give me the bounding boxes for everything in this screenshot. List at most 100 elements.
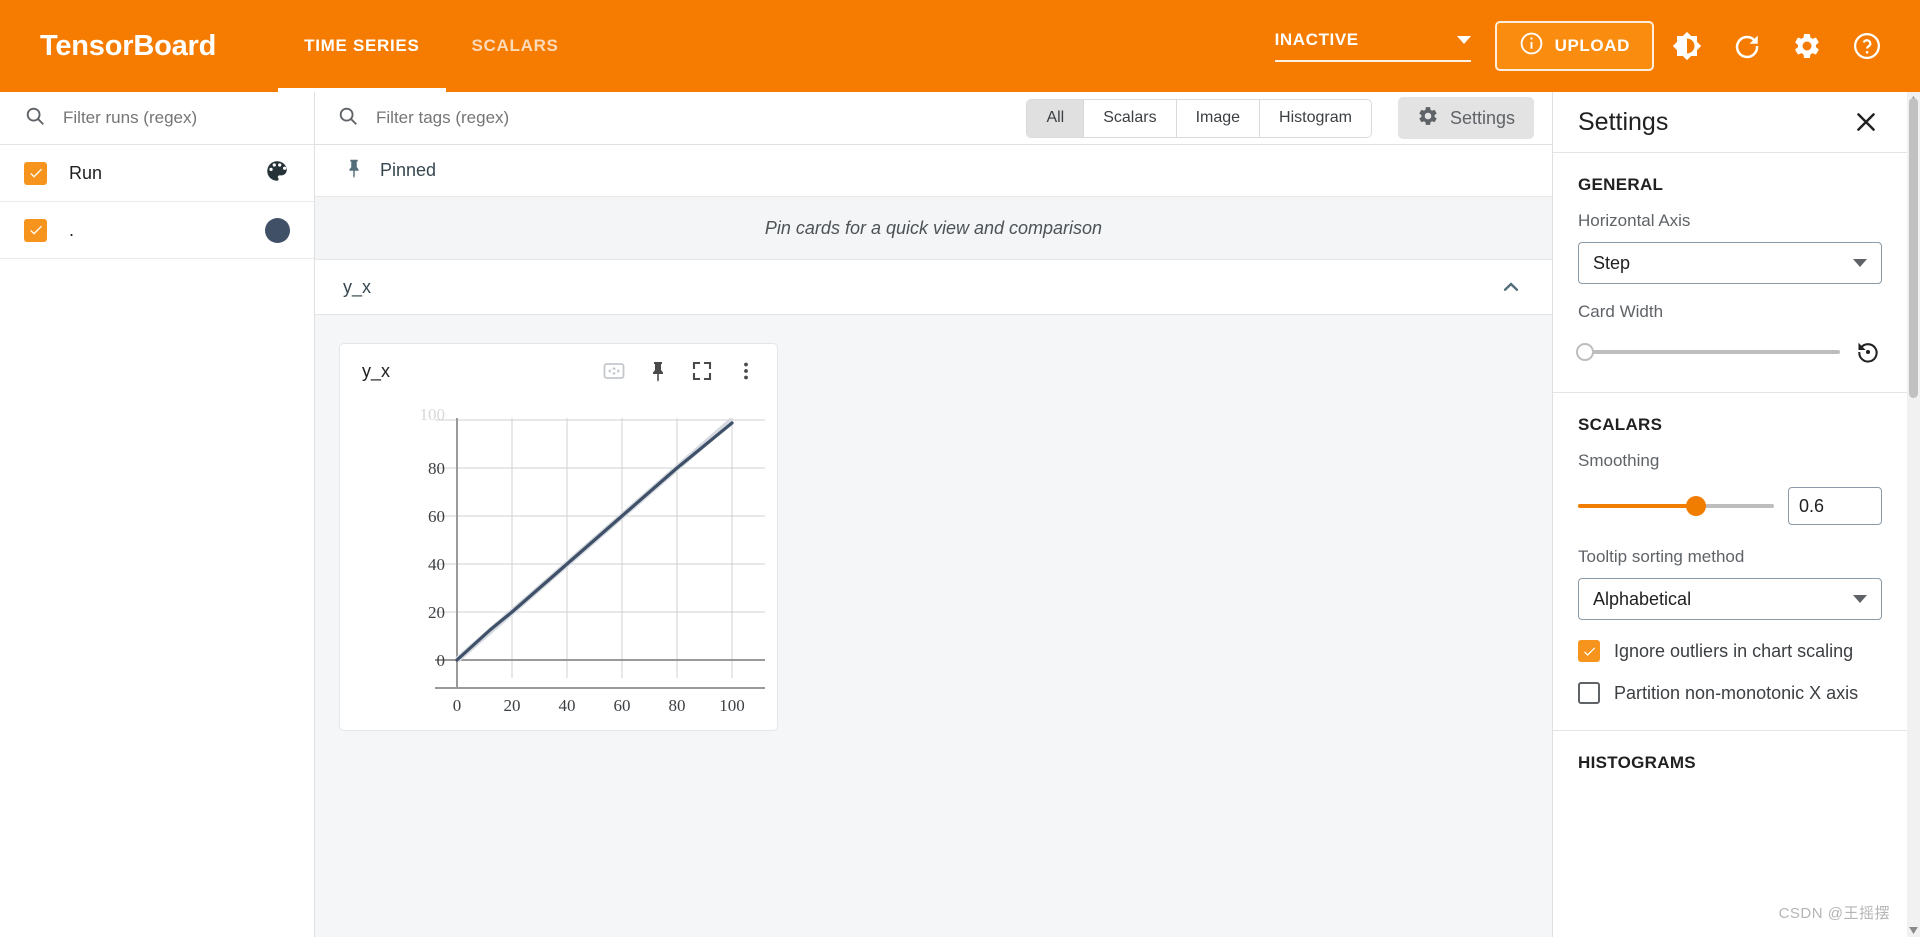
run-color-swatch[interactable]	[265, 217, 290, 243]
tooltip-sorting-select[interactable]: Alphabetical	[1578, 578, 1882, 620]
cards-scroll-area: Pinned Pin cards for a quick view and co…	[315, 145, 1552, 937]
general-section-title: GENERAL	[1578, 175, 1664, 194]
chevron-down-icon	[1456, 36, 1471, 44]
svg-text:40: 40	[559, 696, 576, 715]
filter-all-button[interactable]: All	[1027, 99, 1085, 137]
brightness-icon[interactable]	[1660, 19, 1714, 73]
run-header-row: Run	[0, 145, 314, 202]
pinned-empty-text: Pin cards for a quick view and compariso…	[764, 217, 1103, 238]
runs-filter-input[interactable]	[63, 108, 283, 128]
tag-group-header-y-x[interactable]: y_x	[315, 260, 1552, 315]
tab-scalars[interactable]: SCALARS	[446, 0, 585, 92]
main-nav-tabs: TIME SERIES SCALARS	[278, 0, 584, 92]
upload-button-label: UPLOAD	[1554, 36, 1630, 55]
tab-time-series-label: TIME SERIES	[304, 36, 420, 55]
svg-text:80: 80	[669, 696, 686, 715]
main-content: All Scalars Image Histogram Settings	[315, 92, 1552, 937]
run-item-checkbox[interactable]	[24, 218, 47, 242]
settings-panel-title: Settings	[1578, 107, 1669, 136]
settings-section-histograms: HISTOGRAMS	[1553, 731, 1907, 815]
card-width-slider[interactable]	[1576, 343, 1840, 361]
pinned-empty-state: Pin cards for a quick view and compariso…	[315, 197, 1552, 260]
ignore-outliers-checkbox[interactable]	[1578, 640, 1600, 662]
settings-section-scalars: SCALARS Smoothing Tooltip sorting method…	[1553, 393, 1907, 731]
svg-text:0: 0	[437, 651, 446, 670]
page-scrollbar[interactable]	[1907, 92, 1920, 937]
search-icon	[337, 105, 359, 132]
run-item-label: .	[69, 219, 75, 240]
svg-text:20: 20	[428, 603, 445, 622]
app-header: TensorBoard TIME SERIES SCALARS INACTIVE…	[0, 0, 1920, 92]
svg-text:20: 20	[504, 696, 521, 715]
fit-domain-icon[interactable]	[599, 356, 629, 386]
card-title: y_x	[362, 360, 391, 381]
filter-scalars-button[interactable]: Scalars	[1084, 99, 1177, 137]
reset-icon[interactable]	[1854, 338, 1882, 366]
filter-histogram-button[interactable]: Histogram	[1260, 99, 1371, 137]
scroll-down-arrow[interactable]	[1907, 923, 1920, 937]
gear-icon	[1417, 105, 1439, 132]
fullscreen-icon[interactable]	[687, 356, 717, 386]
chart-plot-area[interactable]: 100 80 60 40 20 0 0 20 40 60 80 100	[340, 398, 777, 730]
tooltip-sorting-value: Alphabetical	[1593, 588, 1692, 609]
svg-text:100: 100	[420, 405, 446, 424]
ignore-outliers-row[interactable]: Ignore outliers in chart scaling	[1578, 640, 1882, 662]
settings-section-general: GENERAL Horizontal Axis Step Card Width	[1553, 153, 1907, 393]
help-icon[interactable]	[1840, 19, 1894, 73]
tab-scalars-label: SCALARS	[471, 36, 559, 55]
run-select-all-checkbox[interactable]	[24, 161, 47, 185]
settings-toggle-button[interactable]: Settings	[1397, 97, 1534, 139]
app-brand: TensorBoard	[40, 29, 217, 62]
runs-filter-row	[0, 92, 314, 145]
run-status-select[interactable]: INACTIVE	[1274, 30, 1471, 62]
gear-icon[interactable]	[1780, 19, 1834, 73]
filter-image-button[interactable]: Image	[1176, 99, 1261, 137]
card-width-slider-row	[1576, 338, 1882, 366]
card-actions	[599, 356, 761, 386]
card-width-slider-knob[interactable]	[1576, 343, 1594, 361]
svg-text:80: 80	[428, 459, 445, 478]
smoothing-slider-fill	[1578, 504, 1696, 508]
partition-x-axis-row[interactable]: Partition non-monotonic X axis	[1578, 682, 1882, 704]
smoothing-input[interactable]	[1799, 495, 1871, 517]
svg-text:60: 60	[428, 507, 445, 526]
svg-text:100: 100	[719, 696, 745, 715]
card-header: y_x	[340, 344, 777, 398]
watermark: CSDN @王摇摆	[1778, 905, 1890, 922]
run-item-right	[265, 217, 290, 243]
horizontal-axis-label: Horizontal Axis	[1578, 211, 1691, 230]
pin-icon	[343, 157, 365, 184]
chevron-up-icon[interactable]	[1498, 274, 1524, 300]
svg-text:60: 60	[614, 696, 631, 715]
chart-gridlines-horizontal	[435, 419, 765, 613]
chevron-down-icon	[1853, 595, 1867, 603]
pin-icon[interactable]	[643, 356, 673, 386]
smoothing-slider-knob[interactable]	[1685, 496, 1706, 516]
search-icon	[24, 105, 46, 132]
refresh-icon[interactable]	[1720, 19, 1774, 73]
scalars-section-title: SCALARS	[1578, 415, 1663, 434]
run-header-right	[264, 158, 290, 189]
tag-filter-input[interactable]	[376, 108, 676, 128]
close-icon[interactable]	[1852, 108, 1880, 136]
smoothing-value-box[interactable]	[1788, 487, 1882, 525]
smoothing-slider[interactable]	[1578, 496, 1774, 516]
partition-x-axis-checkbox[interactable]	[1578, 682, 1600, 704]
more-vert-icon[interactable]	[731, 356, 761, 386]
line-chart-svg: 100 80 60 40 20 0 0 20 40 60 80 100	[420, 405, 765, 715]
histograms-section-title: HISTOGRAMS	[1578, 753, 1696, 772]
svg-text:40: 40	[428, 555, 445, 574]
palette-icon[interactable]	[264, 158, 290, 189]
horizontal-axis-select[interactable]: Step	[1578, 242, 1882, 284]
upload-button[interactable]: UPLOAD	[1494, 21, 1654, 71]
scrollbar-thumb[interactable]	[1909, 98, 1918, 398]
tag-group-label: y_x	[343, 276, 372, 297]
chart-xticks: 0 20 40 60 80 100	[453, 696, 745, 715]
info-icon	[1519, 31, 1544, 61]
pinned-section-header[interactable]: Pinned	[315, 145, 1552, 197]
svg-text:0: 0	[453, 696, 462, 715]
settings-panel-header: Settings	[1553, 92, 1907, 153]
tab-time-series[interactable]: TIME SERIES	[278, 0, 446, 92]
horizontal-axis-value: Step	[1593, 252, 1631, 273]
run-item-row[interactable]: .	[0, 202, 314, 259]
